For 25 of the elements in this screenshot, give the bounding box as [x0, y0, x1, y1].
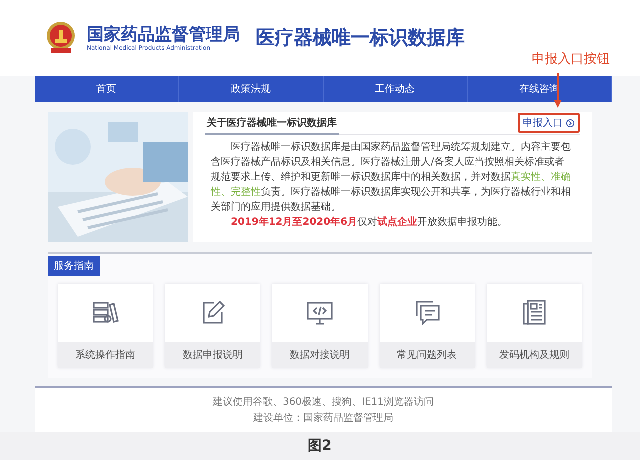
site-title: 医疗器械唯一标识数据库	[256, 26, 465, 51]
nav-item[interactable]: 政策法规	[179, 76, 324, 102]
nav-item[interactable]: 工作动态	[324, 76, 468, 102]
service-label: 系统操作指南	[58, 342, 154, 368]
service-label: 发码机构及规则	[486, 342, 582, 368]
service-card[interactable]: 常见问题列表	[380, 284, 475, 368]
annotation-label: 申报入口按钮	[532, 51, 610, 68]
about-title: 关于医疗器械唯一标识数据库	[205, 112, 339, 134]
service-label: 数据申报说明	[165, 342, 260, 368]
service-label: 数据对接说明	[272, 342, 368, 368]
service-label: 常见问题列表	[380, 342, 475, 368]
agency-name: 国家药品监督管理局	[87, 24, 240, 44]
service-card[interactable]: 系统操作指南	[58, 284, 154, 368]
service-card[interactable]: 数据申报说明	[165, 284, 260, 368]
nav-item[interactable]: 首页	[35, 76, 180, 102]
emblem-icon	[45, 21, 77, 55]
footer-text: 建设单位：国家药品监督管理局	[254, 412, 394, 425]
about-paragraph: 2019年12月至2020年6月仅对试点企业开放数据申报功能。	[230, 216, 509, 230]
figure-caption: 图2	[308, 437, 332, 455]
service-card[interactable]: 发码机构及规则	[486, 284, 582, 368]
about-paragraph: 医疗器械唯一标识数据库是由国家药品监督管理局统筹规划建立。内容主要包含医疗器械产品标识及相关信息。医疗器械注册人/备案人应当按照相关标准或者规范要求上传、维护和更新唯一标识数据库中的相关数据，并对数据真实性、准确性、完整性负责。医疗器械唯一标识数据库实现公开和共享，为医疗器械行业和相关部门的应用提供数据基础。	[211, 140, 572, 215]
service-card[interactable]: 数据对接说明	[272, 284, 368, 368]
footer-text: 建议使用谷歌、360极速、搜狗、IE11浏览器访问	[212, 396, 434, 409]
report-entry-button[interactable]: 申报入口	[523, 116, 575, 130]
circle-arrow-icon	[566, 118, 575, 128]
